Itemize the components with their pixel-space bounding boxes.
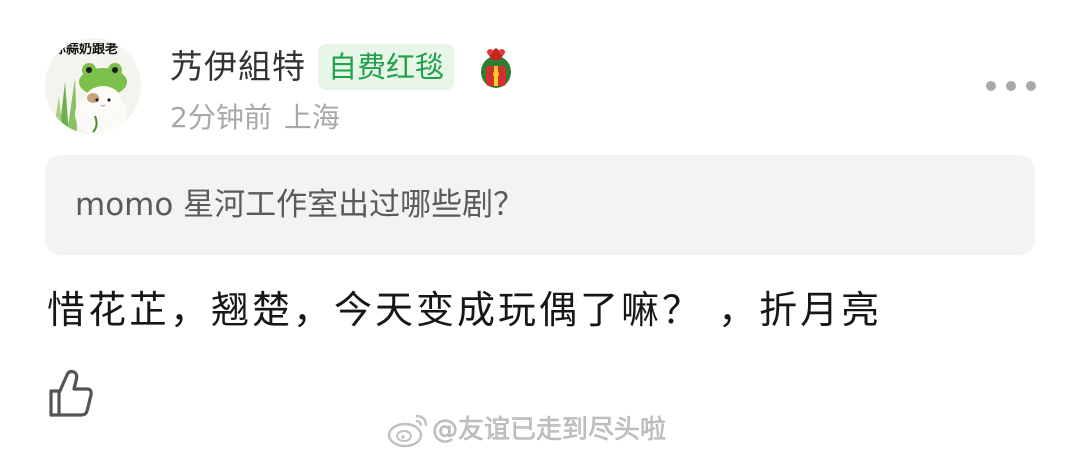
answer-text: 惜花芷，翘楚，今天变成玩偶了嘛？ ，折月亮 <box>47 288 883 332</box>
thumbs-up-icon[interactable] <box>47 367 95 419</box>
post-location: 上海 <box>283 101 340 134</box>
author-badge[interactable]: 自费红毯 <box>318 44 455 90</box>
more-dots-icon[interactable] <box>986 76 1036 96</box>
gift-red-packet-icon <box>481 48 512 88</box>
more-dot <box>1026 81 1036 91</box>
avatar[interactable]: 你蒜奶跟老 <box>45 38 141 134</box>
watermark-text: @友谊已走到尽头啦 <box>432 415 667 446</box>
more-dot <box>986 81 996 91</box>
avatar-caption: 你蒜奶跟老 <box>53 43 119 56</box>
weibo-logo-icon <box>387 414 428 448</box>
post-meta: 2分钟前 上海 <box>170 98 340 138</box>
question-card[interactable]: momo 星河工作室出过哪些剧？ <box>45 155 1035 255</box>
author-name[interactable]: 艿伊組特 <box>170 42 306 92</box>
question-text: momo 星河工作室出过哪些剧？ <box>75 187 525 223</box>
watermark: @友谊已走到尽头啦 <box>386 408 666 452</box>
author-row: 艿伊組特 自费红毯 <box>170 42 516 92</box>
post-time: 2分钟前 <box>170 101 272 134</box>
more-dot <box>1006 81 1016 91</box>
